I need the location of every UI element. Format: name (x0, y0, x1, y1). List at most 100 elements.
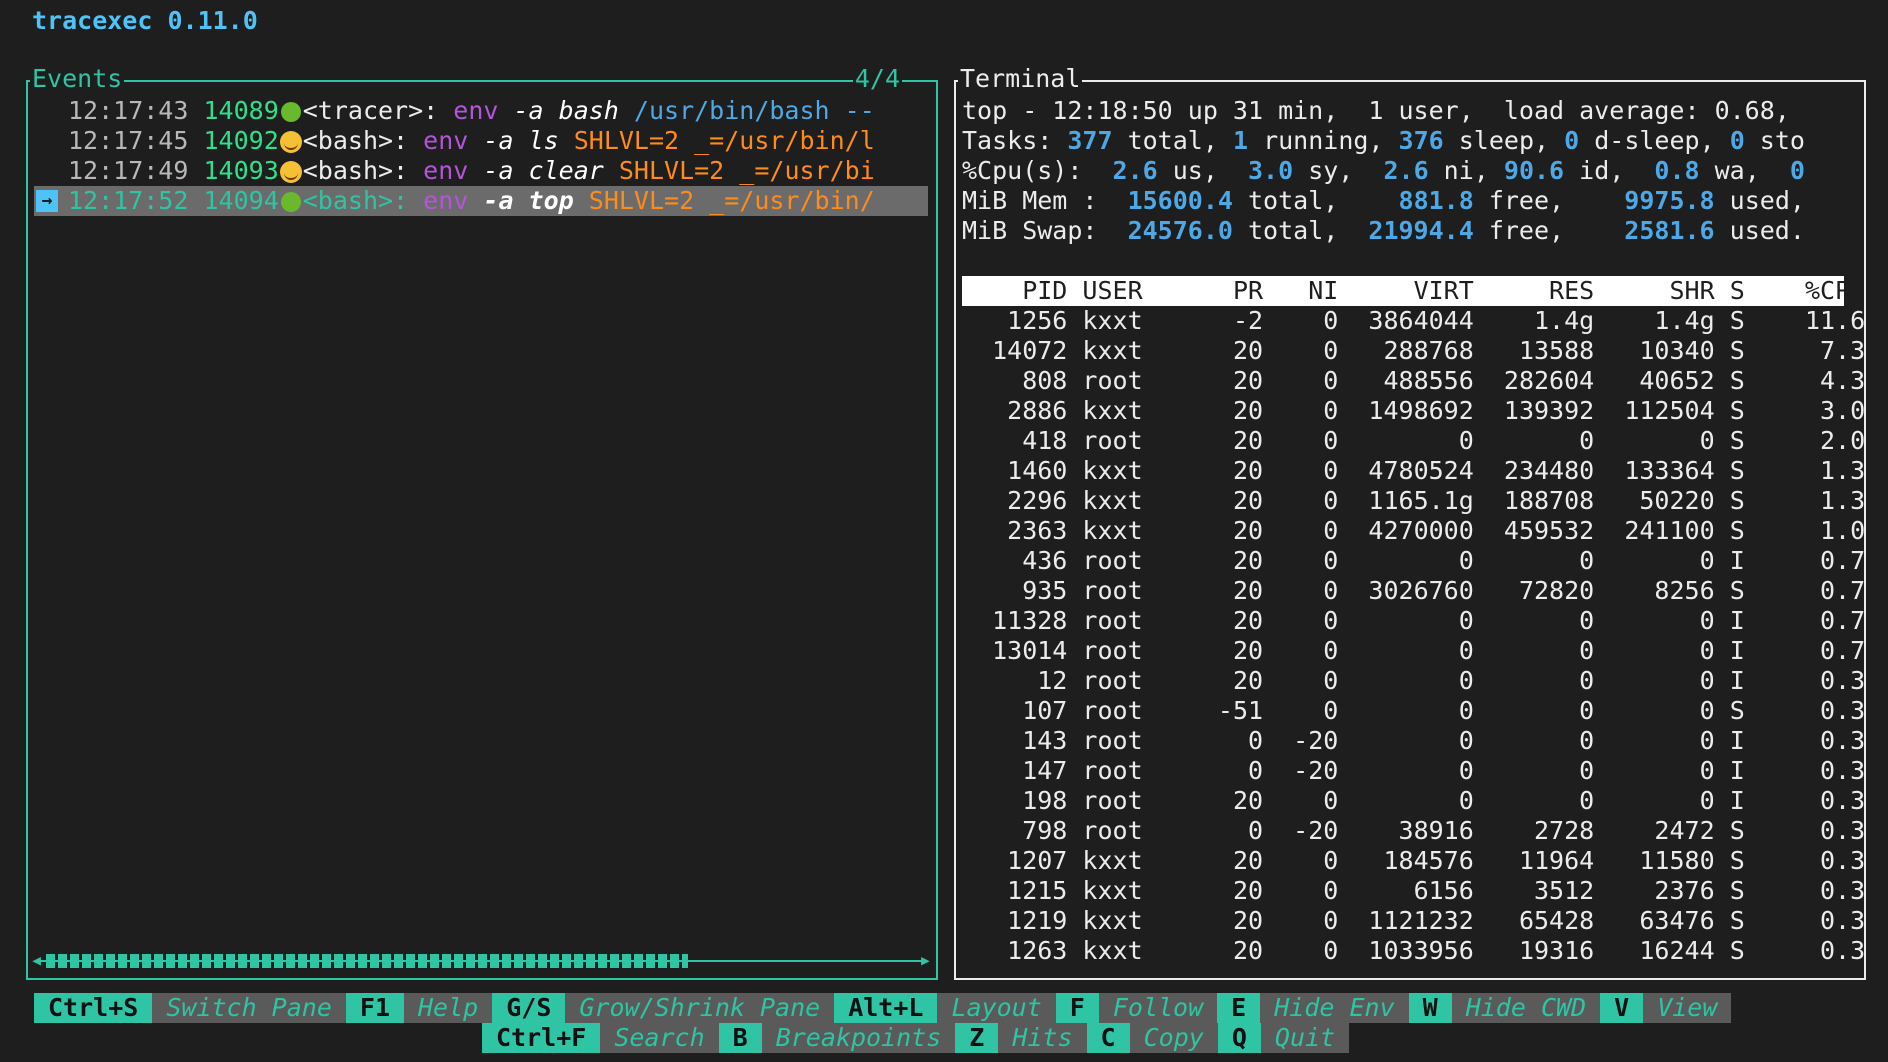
shortcut-key[interactable]: Z (955, 1023, 999, 1053)
shortcut-key[interactable]: Ctrl+F (482, 1023, 601, 1053)
tasks-line: Tasks: 377 total, 1 running, 376 sleep, … (962, 126, 1805, 155)
event-tail: SHLVL=2 _=/usr/bin/ (588, 186, 875, 215)
process-cell: 0 (1353, 756, 1489, 785)
process-cell: 0.3 (1774, 666, 1881, 695)
process-cell: 20 (1202, 486, 1279, 515)
process-cell: 65428 (1488, 906, 1610, 935)
shortcut-label[interactable]: Switch Pane (152, 993, 346, 1023)
shortcut-key[interactable]: B (718, 1023, 762, 1053)
shortcut-label[interactable]: View (1643, 993, 1732, 1023)
shortcut-label[interactable]: Breakpoints (761, 1023, 956, 1053)
process-cell: 6156 (1353, 876, 1489, 905)
process-cell: 0 (1353, 606, 1489, 635)
shortcut-label[interactable]: Help (404, 993, 493, 1023)
process-cell: 1256 (962, 306, 1083, 335)
process-cell: 20 (1202, 906, 1279, 935)
process-cell: 0 (1353, 786, 1489, 815)
shortcut-label[interactable]: Follow (1098, 993, 1218, 1023)
shortcut-key[interactable]: Q (1217, 1023, 1261, 1053)
process-cell: 0 (1353, 636, 1489, 665)
process-cell: 0 (1278, 786, 1354, 815)
process-cell: 0 (1609, 696, 1730, 725)
shortcut-label[interactable]: Hits (998, 1023, 1087, 1053)
shortcut-key[interactable]: Ctrl+S (34, 993, 153, 1023)
shortcut-key[interactable]: Alt+L (834, 993, 938, 1023)
tasks-total: 377 (1067, 126, 1113, 155)
shortcut-label[interactable]: Layout (937, 993, 1056, 1023)
process-row: 2296 kxxt 20 0 1165.1g 188708 50220 S 1.… (962, 486, 1865, 516)
shortcut-key[interactable]: C (1086, 1023, 1130, 1053)
process-cell: 2.0 (1774, 426, 1881, 455)
event-cmd: env (423, 156, 469, 185)
event-time: 12:17:43 (68, 96, 189, 125)
event-args: -a top (483, 186, 574, 215)
process-cell: 0 (1278, 606, 1354, 635)
process-cell: 20 (1202, 366, 1279, 395)
process-cell: kxxt (1082, 906, 1203, 935)
shortcut-key[interactable]: E (1217, 993, 1261, 1023)
process-cell: 19316 (1488, 936, 1610, 965)
process-cell: 20 (1202, 546, 1279, 575)
process-cell: I (1729, 786, 1775, 815)
terminal-pane[interactable]: Terminal top - 12:18:50 up 31 min, 1 use… (954, 64, 1866, 980)
scrollbar-thumb[interactable] (46, 954, 688, 968)
column-header-user: USER (1082, 276, 1203, 305)
process-cell: 20 (1202, 516, 1279, 545)
events-pane[interactable]: Events 4/4 12:17:43 14089 <tracer>: env -… (26, 64, 938, 980)
events-list[interactable]: 12:17:43 14089 <tracer>: env -a bash /usr… (34, 96, 928, 216)
shortcut-label[interactable]: Search (600, 1023, 719, 1053)
column-header-pid: PID (962, 276, 1083, 305)
scroll-left-arrow-icon[interactable]: ◂ (30, 946, 43, 976)
shortcut-label[interactable]: Quit (1260, 1023, 1350, 1053)
process-cell: 0 (1488, 696, 1610, 725)
shortcut-key[interactable]: F (1055, 993, 1099, 1023)
event-row[interactable]: 12:17:43 14089 <tracer>: env -a bash /usr… (34, 96, 928, 126)
process-row: 1207 kxxt 20 0 184576 11964 11580 S 0.3 (962, 846, 1865, 876)
shortcut-label[interactable]: Hide CWD (1451, 993, 1601, 1023)
shortcut-key[interactable]: W (1408, 993, 1452, 1023)
events-pane-title: Events (30, 64, 125, 94)
process-cell: 147 (962, 756, 1083, 785)
terminal-content[interactable]: top - 12:18:50 up 31 min, 1 user, load a… (962, 96, 1865, 966)
process-cell: 1498692 (1353, 396, 1489, 425)
event-comm: <bash>: (302, 186, 409, 215)
horizontal-scrollbar[interactable]: ◂ ▸ (30, 948, 932, 973)
swap-label: MiB Swap: (962, 216, 1098, 245)
shortcut-label[interactable]: Grow/Shrink Pane (565, 993, 835, 1023)
process-cell: 0.3 (1774, 696, 1881, 725)
process-cell: 0 (1488, 426, 1610, 455)
shortcut-label[interactable]: Hide Env (1260, 993, 1409, 1023)
tasks-stopped: 0 (1729, 126, 1745, 155)
shortcut-label[interactable]: Copy (1129, 1023, 1218, 1053)
process-cell: S (1729, 396, 1775, 425)
process-cell: 40652 (1609, 366, 1730, 395)
process-cell: I (1729, 666, 1775, 695)
process-cell: 107 (962, 696, 1083, 725)
event-row[interactable]: 12:17:45 14092 <bash>: env -a ls SHLVL=2 … (34, 126, 928, 156)
process-cell: 0 (1488, 666, 1610, 695)
column-header-shr: SHR (1609, 276, 1730, 305)
process-cell: 63476 (1609, 906, 1730, 935)
process-cell: 0.3 (1774, 726, 1881, 755)
process-cell: kxxt (1082, 336, 1203, 365)
event-row[interactable]: → 12:17:52 14094 <bash>: env -a top SHLVL=… (34, 186, 928, 216)
process-cell: 11580 (1609, 846, 1730, 875)
shortcut-key[interactable]: V (1600, 993, 1644, 1023)
footer-row-2: Ctrl+F Search B Breakpoints Z Hits C Copy Q Quit (482, 1023, 1874, 1053)
events-count: 4/4 (852, 64, 902, 94)
process-cell: 0.3 (1774, 756, 1881, 785)
process-cell: -20 (1278, 756, 1354, 785)
cpu-ni: 2.6 (1383, 156, 1429, 185)
event-row[interactable]: 12:17:49 14093 <bash>: env -a clear SHLVL… (34, 156, 928, 186)
scroll-right-arrow-icon[interactable]: ▸ (919, 946, 932, 976)
process-cell: 0 (1278, 486, 1354, 515)
process-cell: I (1729, 756, 1775, 785)
process-cell: 14072 (962, 336, 1083, 365)
shortcut-key[interactable]: G/S (492, 993, 566, 1023)
process-cell: I (1729, 546, 1775, 575)
process-cell: 436 (962, 546, 1083, 575)
process-cell: 20 (1202, 336, 1279, 365)
event-pid: 14092 (203, 126, 279, 155)
shortcut-key[interactable]: F1 (345, 993, 404, 1023)
column-header-res: RES (1488, 276, 1610, 305)
